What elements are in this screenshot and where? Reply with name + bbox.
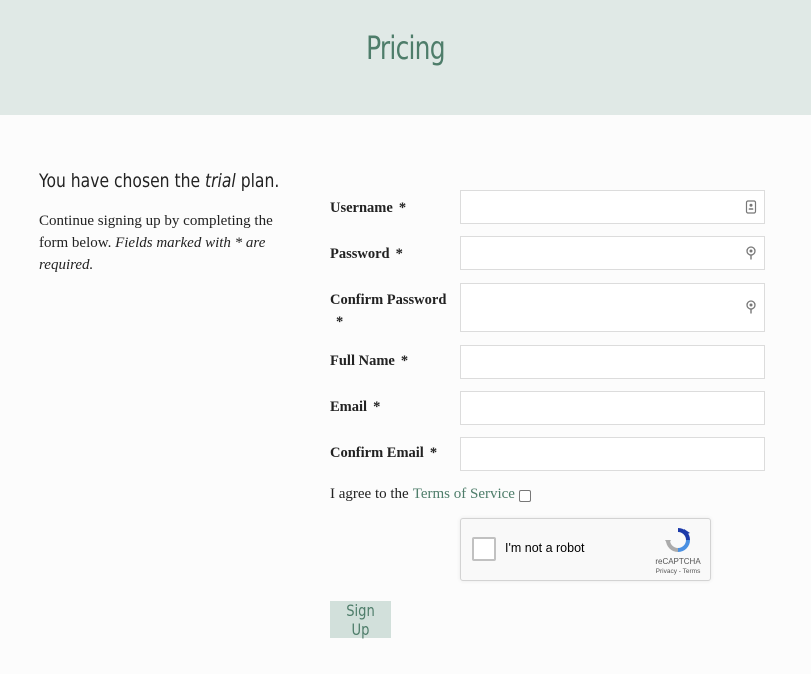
key-icon — [746, 300, 756, 314]
username-field[interactable] — [460, 190, 765, 224]
email-field[interactable] — [460, 391, 765, 425]
confirm-password-field[interactable] — [460, 283, 765, 332]
sign-up-button[interactable]: Sign Up — [330, 601, 391, 639]
chosen-plan-text: You have chosen the trial plan. — [39, 170, 279, 192]
terms-agreement: I agree to the Terms of Service — [330, 486, 531, 503]
recaptcha-brand: reCAPTCHA — [655, 557, 701, 566]
password-label: Password * — [330, 246, 403, 262]
contact-card-icon — [745, 200, 757, 214]
page-title: Pricing — [366, 28, 445, 67]
terms-of-service-link[interactable]: Terms of Service — [413, 486, 515, 503]
agree-text: I agree to the — [330, 486, 409, 502]
password-field[interactable] — [460, 236, 765, 270]
confirm-email-field[interactable] — [460, 437, 765, 471]
plan-suffix: plan. — [235, 170, 280, 192]
key-icon — [746, 246, 756, 260]
page-header: Pricing — [0, 0, 811, 115]
full-name-field[interactable] — [460, 345, 765, 379]
recaptcha-terms-link[interactable]: Terms — [683, 568, 701, 575]
recaptcha-links: Privacy - Terms — [655, 568, 701, 575]
form-instructions: Continue signing up by completing the fo… — [39, 210, 299, 276]
username-label: Username * — [330, 200, 407, 216]
plan-intro: You have chosen the trial plan. Continue… — [39, 170, 299, 276]
confirm-password-label: Confirm Password * — [330, 292, 447, 330]
recaptcha-privacy-link[interactable]: Privacy — [656, 568, 677, 575]
plan-name: trial — [205, 170, 236, 192]
recaptcha-widget: I'm not a robot reCAPTCHA Privacy - Term… — [460, 518, 711, 581]
recaptcha-logo-icon — [665, 528, 690, 552]
recaptcha-label: I'm not a robot — [505, 541, 585, 555]
plan-prefix: You have chosen the — [39, 170, 206, 192]
recaptcha-checkbox[interactable] — [472, 537, 496, 561]
email-label: Email * — [330, 399, 381, 415]
terms-checkbox[interactable] — [518, 489, 531, 502]
confirm-email-label: Confirm Email * — [330, 445, 438, 461]
full-name-label: Full Name * — [330, 353, 409, 369]
